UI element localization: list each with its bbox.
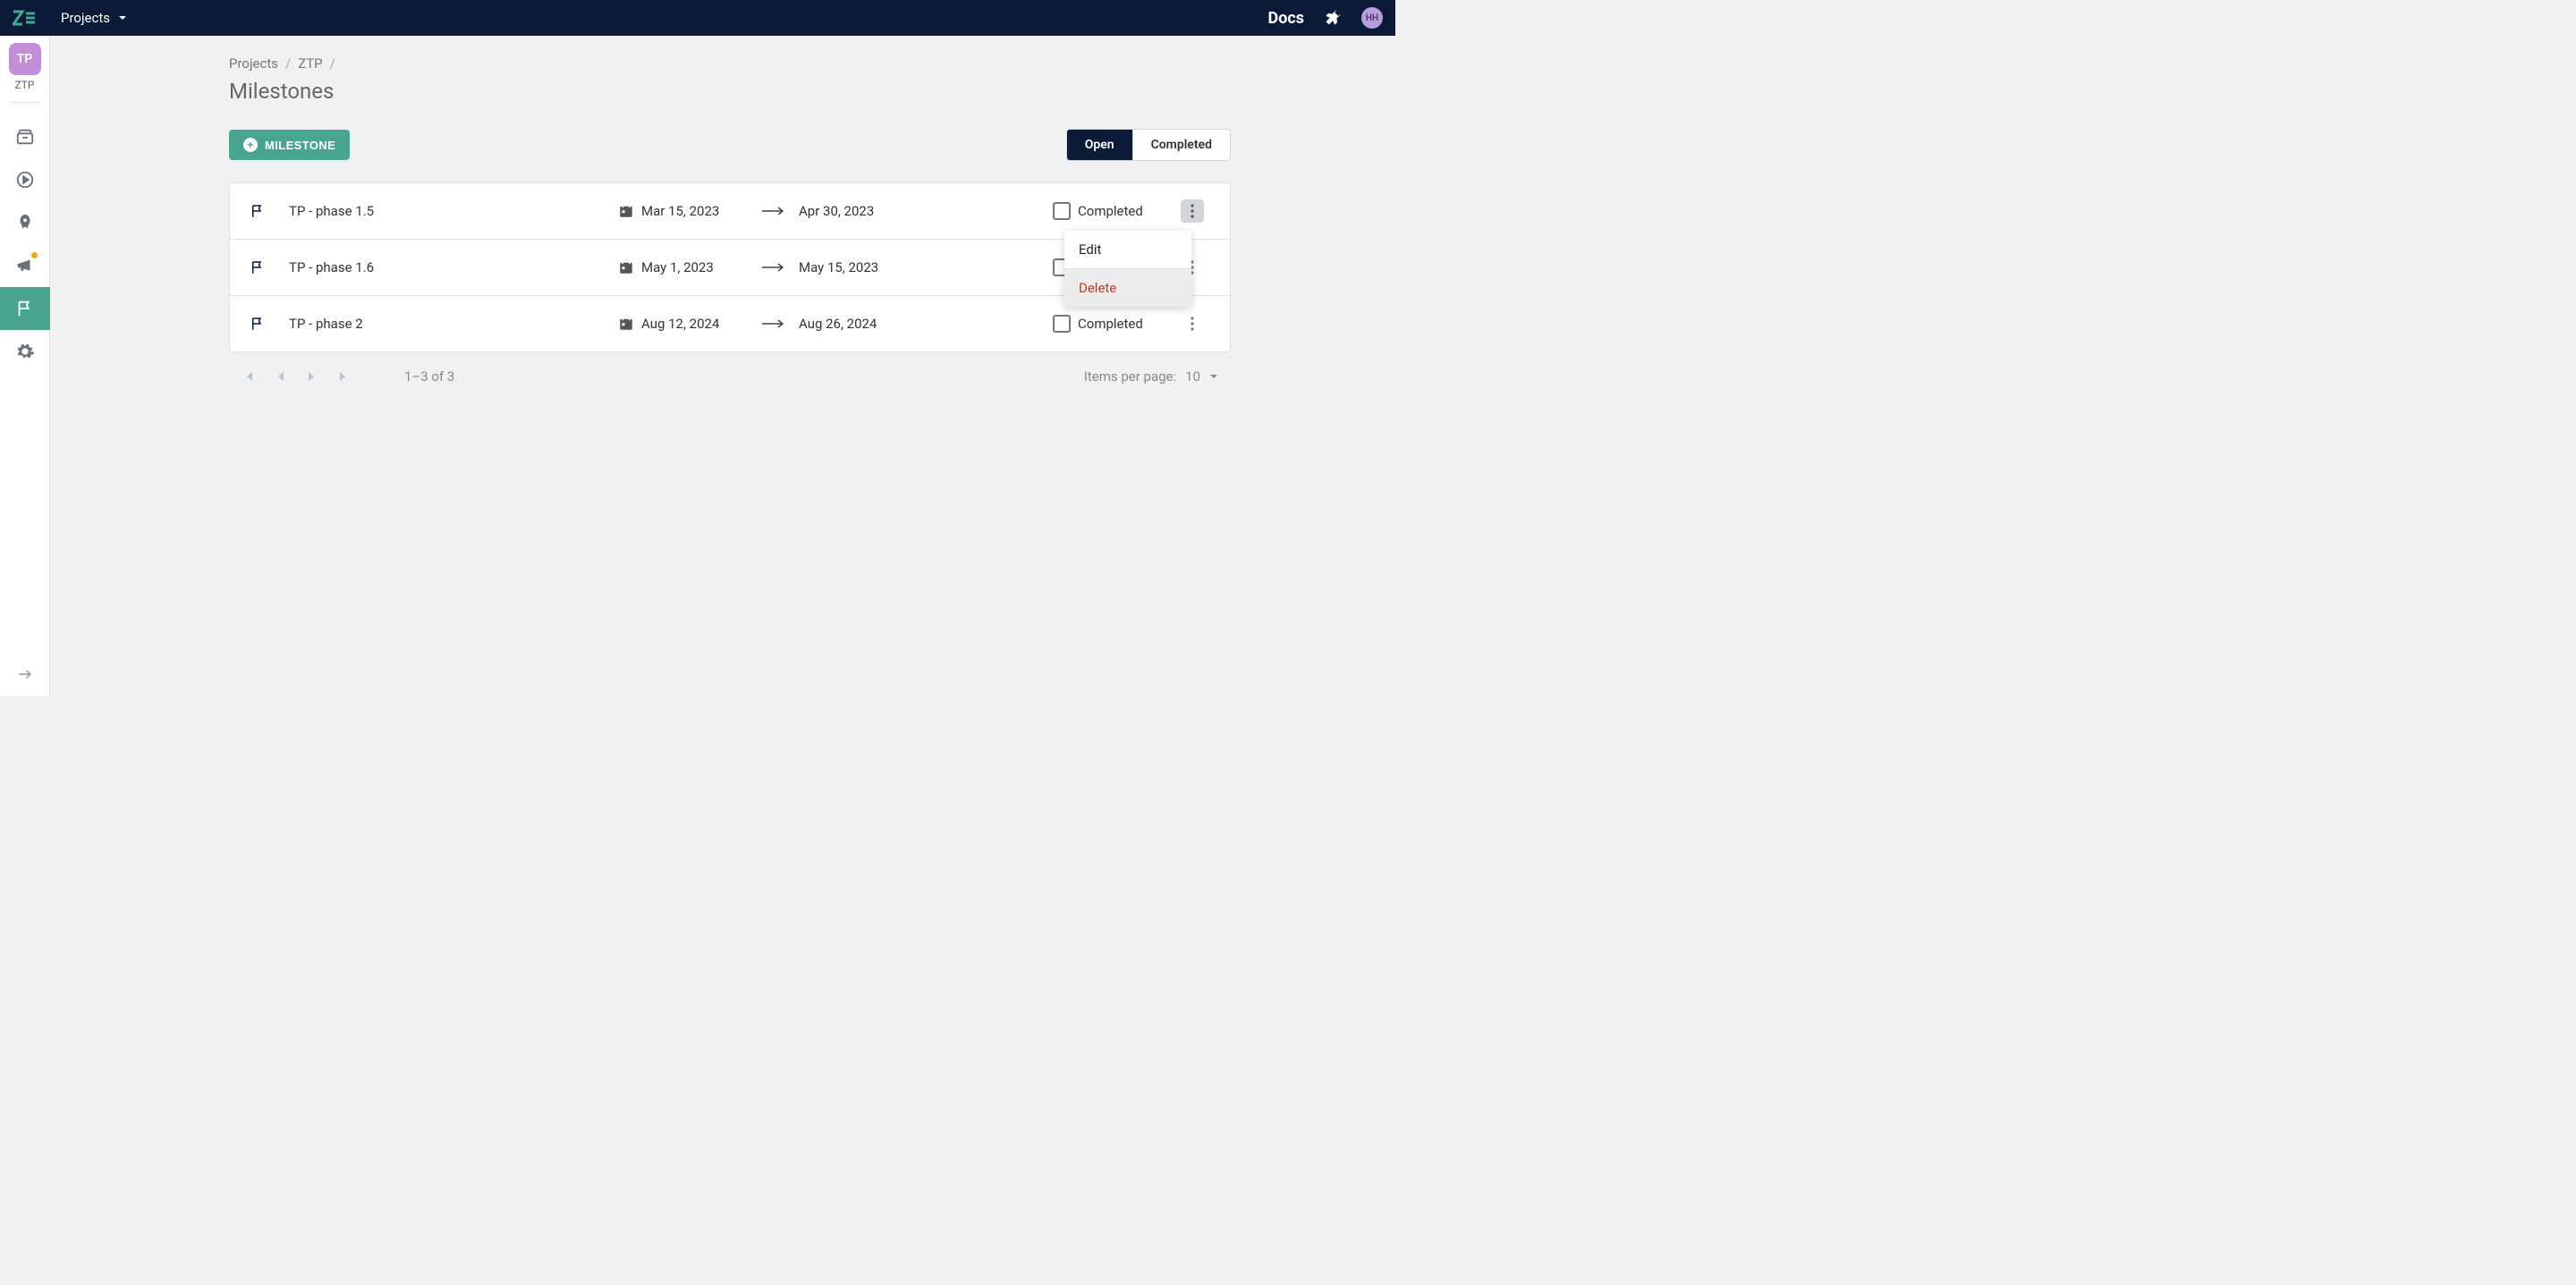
status-label: Completed (1078, 203, 1167, 219)
milestone-end: Aug 26, 2024 (799, 316, 906, 332)
arrow-right-icon (761, 205, 786, 217)
add-milestone-label: MILESTONE (265, 139, 335, 152)
milestone-name[interactable]: TP - phase 1.6 (289, 259, 602, 275)
breadcrumb-sep: / (285, 55, 291, 72)
sidebar-item-settings[interactable] (0, 330, 50, 373)
chevron-left-icon (275, 369, 286, 384)
project-code: ZTP (15, 79, 35, 91)
pager-range: 1–3 of 3 (404, 368, 454, 385)
breadcrumb-sep: / (330, 55, 335, 72)
arrow-right-icon (761, 317, 786, 330)
arrow-right-icon (16, 665, 34, 683)
chevron-down-icon (1209, 372, 1218, 381)
logo-icon (13, 10, 36, 26)
sidebar-item-rocket[interactable] (0, 201, 50, 244)
flag-icon (250, 259, 282, 275)
milestone-start: May 1, 2023 (641, 259, 749, 275)
gear-icon (15, 342, 35, 361)
completed-checkbox[interactable] (1053, 202, 1071, 220)
projects-label: Projects (61, 10, 110, 26)
pager: 1–3 of 3 Items per page: 10 (229, 352, 1231, 385)
megaphone-icon (15, 256, 35, 275)
filter-toggle: Open Completed (1066, 129, 1231, 161)
toolbar: MILESTONE Open Completed (229, 129, 1231, 161)
avatar-initials: HH (1366, 13, 1378, 23)
ipp-label: Items per page: (1084, 368, 1176, 385)
items-per-page[interactable]: Items per page: 10 (1084, 368, 1218, 385)
tab-completed[interactable]: Completed (1132, 130, 1230, 160)
projects-dropdown[interactable]: Projects (61, 10, 128, 26)
calendar-icon (618, 316, 634, 332)
sidebar-divider (11, 102, 39, 103)
milestone-end: Apr 30, 2023 (799, 203, 906, 219)
sidebar-expand[interactable] (16, 665, 34, 696)
project-badge[interactable]: TP (9, 43, 41, 75)
milestone-start: Aug 12, 2024 (641, 316, 749, 332)
first-page-icon (242, 369, 256, 384)
row-more-button[interactable] (1181, 312, 1204, 335)
calendar-icon (618, 203, 634, 219)
arrow-right-icon (761, 261, 786, 274)
row-context-menu: Edit Delete (1064, 231, 1191, 307)
sidebar: TP ZTP (0, 36, 50, 696)
flag-icon (250, 203, 282, 219)
menu-delete[interactable]: Delete (1064, 269, 1191, 307)
notification-dot-icon (31, 252, 38, 258)
main-content: Projects / ZTP / Milestones MILESTONE Op… (50, 36, 1395, 696)
chevron-right-icon (306, 369, 317, 384)
flag-icon (250, 316, 282, 332)
ipp-value: 10 (1185, 368, 1200, 385)
sidebar-item-milestones[interactable] (0, 287, 50, 330)
milestone-name[interactable]: TP - phase 2 (289, 316, 602, 332)
sidebar-item-play[interactable] (0, 158, 50, 201)
topbar-right: Docs HH (1268, 7, 1383, 29)
milestone-end: May 15, 2023 (799, 259, 906, 275)
last-page-icon (336, 369, 351, 384)
rocket-icon (15, 213, 35, 232)
breadcrumb-project[interactable]: ZTP (298, 55, 322, 72)
archive-icon (15, 127, 35, 147)
more-vert-icon (1191, 204, 1194, 218)
tab-open[interactable]: Open (1067, 130, 1132, 160)
pager-first[interactable] (242, 369, 256, 384)
play-circle-icon (15, 170, 35, 190)
more-vert-icon (1191, 317, 1194, 331)
milestone-start: Mar 15, 2023 (641, 203, 749, 219)
flag-icon (15, 299, 35, 318)
plus-circle-icon (243, 138, 258, 152)
sidebar-item-archive[interactable] (0, 115, 50, 158)
avatar[interactable]: HH (1361, 7, 1383, 29)
pager-next[interactable] (306, 369, 317, 384)
menu-edit[interactable]: Edit (1064, 231, 1191, 268)
breadcrumb-projects[interactable]: Projects (229, 55, 278, 72)
pager-last[interactable] (336, 369, 351, 384)
chevron-down-icon (117, 13, 128, 23)
topbar: Projects Docs HH (0, 0, 1395, 36)
breadcrumb: Projects / ZTP / (229, 55, 1231, 72)
status-label: Completed (1078, 316, 1167, 332)
milestone-name[interactable]: TP - phase 1.5 (289, 203, 602, 219)
page-title: Milestones (229, 79, 1231, 104)
logo[interactable] (13, 10, 36, 26)
add-milestone-button[interactable]: MILESTONE (229, 130, 350, 160)
completed-checkbox[interactable] (1053, 315, 1071, 333)
calendar-icon (618, 259, 634, 275)
docs-link[interactable]: Docs (1268, 9, 1304, 28)
wrench-icon[interactable] (1324, 9, 1342, 27)
pager-prev[interactable] (275, 369, 286, 384)
sidebar-item-announce[interactable] (0, 244, 50, 287)
row-more-button[interactable] (1181, 199, 1204, 223)
